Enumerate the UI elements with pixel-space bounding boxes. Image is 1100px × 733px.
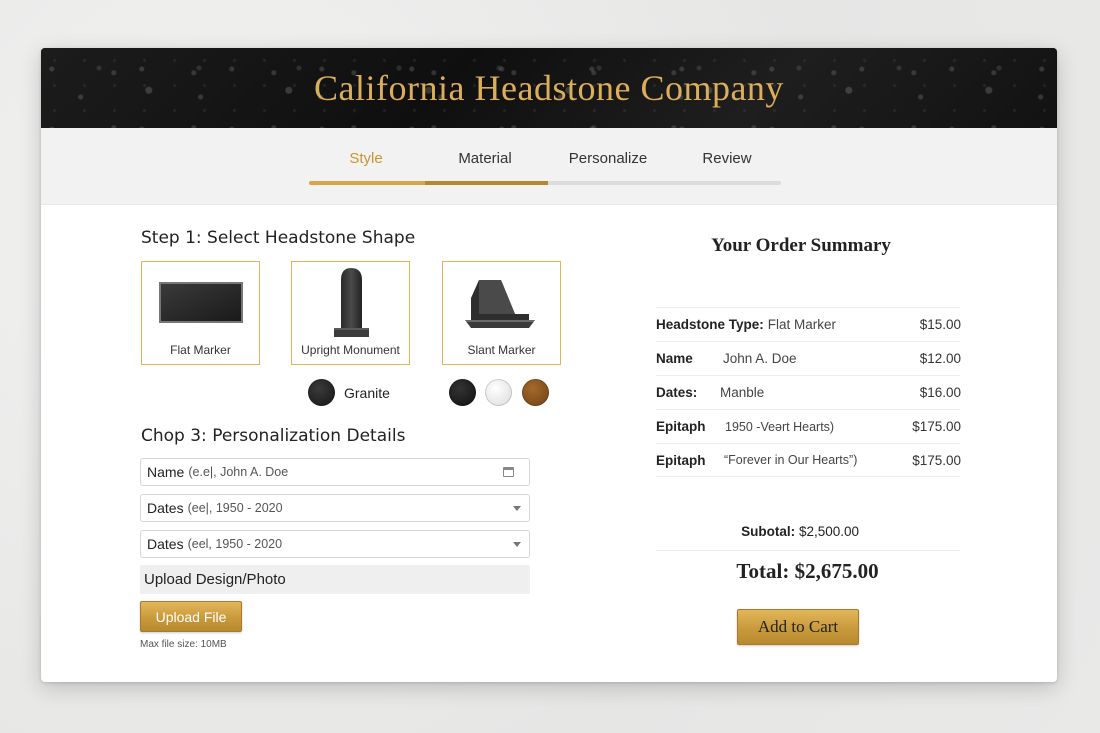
summary-value: Manble xyxy=(720,385,765,400)
chevron-down-icon[interactable] xyxy=(513,542,521,547)
add-to-cart-button[interactable]: Add to Cart xyxy=(737,609,859,645)
name-field-label: Name xyxy=(147,464,185,480)
subtotal: Subotal: $2,500.00 xyxy=(656,524,859,539)
swatch-white-marble[interactable] xyxy=(485,379,512,406)
dates-field-placeholder: (eel, 1950 - 2020 xyxy=(187,537,283,551)
summary-divider xyxy=(656,550,960,551)
progress-fill-style xyxy=(309,181,425,185)
summary-price: $175.00 xyxy=(912,419,961,434)
shape-option-slant-marker[interactable]: Slant Marker xyxy=(442,261,561,365)
shape-label-flat-marker: Flat Marker xyxy=(170,343,231,357)
upload-design-heading: Upload Design/Photo xyxy=(140,565,530,594)
dates-select-1[interactable]: Dates (ee|, 1950 - 2020 xyxy=(140,494,530,522)
summary-row: Name John A. Doe $12.00 xyxy=(656,341,961,375)
tab-review[interactable]: Review xyxy=(667,150,787,167)
site-header: California Headstone Company xyxy=(41,48,1057,128)
summary-price: $12.00 xyxy=(919,351,961,366)
shape-label-slant-marker: Slant Marker xyxy=(467,343,536,357)
shape-option-upright-monument[interactable]: Upright Monument xyxy=(291,261,410,365)
name-field[interactable]: Name (e.e|, John A. Doe xyxy=(140,458,530,486)
shape-label-upright-monument: Upright Monument xyxy=(301,343,400,357)
swatch-granite[interactable] xyxy=(308,379,335,406)
summary-key: Epitaph xyxy=(656,419,706,434)
dates-field-label: Dates xyxy=(147,536,184,552)
summary-value: “Forever in Our Hearts”) xyxy=(724,453,858,467)
upright-monument-image xyxy=(334,268,369,337)
summary-key: Dates: xyxy=(656,385,698,400)
slant-marker-image xyxy=(465,280,535,328)
upload-file-button[interactable]: Upload File xyxy=(140,601,242,632)
shape-option-flat-marker[interactable]: Flat Marker xyxy=(141,261,260,365)
name-field-placeholder: (e.e|, John A. Doe xyxy=(188,465,289,479)
summary-key: Epitaph xyxy=(656,452,706,468)
swatch-bronze[interactable] xyxy=(522,379,549,406)
step3-heading: Chop 3: Personalization Details xyxy=(141,426,406,446)
summary-row: Epitaph 1950 -Veərt Hearts) $175.00 xyxy=(656,409,961,443)
step-progress: Style Material Personalize Review xyxy=(41,128,1057,205)
subtotal-value: $2,500.00 xyxy=(798,524,859,539)
tab-personalize[interactable]: Personalize xyxy=(548,150,668,167)
summary-row: Dates: Manble $16.00 xyxy=(656,375,961,409)
material-label-granite: Granite xyxy=(344,385,390,401)
summary-value: 1950 -Veərt Hearts) xyxy=(725,419,835,434)
order-total: Total: $2,675.00 xyxy=(736,559,879,583)
summary-price: $15.00 xyxy=(919,317,961,332)
summary-value: John A. Doe xyxy=(723,351,797,366)
flat-marker-image xyxy=(159,282,243,323)
dates-field-placeholder: (ee|, 1950 - 2020 xyxy=(187,501,283,515)
dates-field-label: Dates xyxy=(147,500,184,516)
upload-hint: Max file size: 10MB xyxy=(140,639,227,650)
brand-title: California Headstone Company xyxy=(314,68,784,108)
step1-heading: Step 1: Select Headstone Shape xyxy=(141,228,416,248)
order-summary-title: Your Order Summary xyxy=(711,235,891,256)
tab-material[interactable]: Material xyxy=(425,150,545,167)
progress-fill-material xyxy=(425,181,548,185)
summary-price: $16.00 xyxy=(919,385,961,400)
summary-row: Headstone Type: Flat Marker $15.00 xyxy=(656,307,961,341)
summary-row: Epitaph “Forever in Our Hearts”) $175.00 xyxy=(656,443,961,477)
tab-style[interactable]: Style xyxy=(306,150,426,167)
configurator-card: California Headstone Company Style Mater… xyxy=(41,48,1057,682)
swatch-black[interactable] xyxy=(449,379,476,406)
summary-value: Flat Marker xyxy=(767,317,837,332)
summary-key: Name xyxy=(656,351,693,366)
subtotal-label: Subotal: xyxy=(741,524,796,539)
summary-key: Headstone Type: xyxy=(656,317,764,332)
calendar-icon[interactable] xyxy=(503,467,514,477)
chevron-down-icon[interactable] xyxy=(513,506,521,511)
dates-select-2[interactable]: Dates (eel, 1950 - 2020 xyxy=(140,530,530,558)
upload-heading-text: Upload Design/Photo xyxy=(144,571,286,588)
summary-price: $175.00 xyxy=(912,452,961,468)
